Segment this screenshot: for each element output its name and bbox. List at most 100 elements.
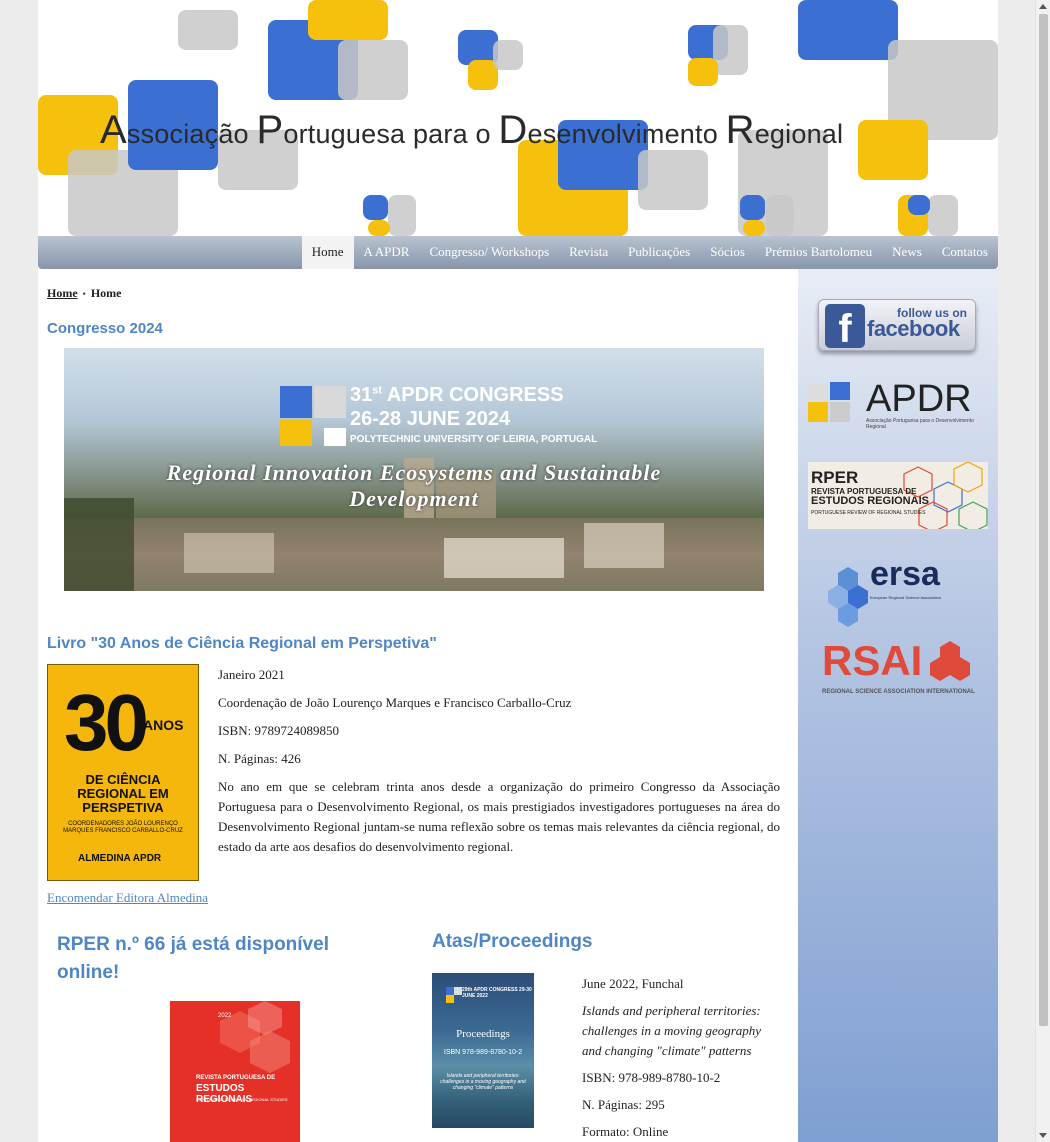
rsai-logo-subtext: REGIONAL SCIENCE ASSOCIATION INTERNATION…	[822, 689, 975, 695]
scroll-up-arrow-icon[interactable]	[1039, 4, 1047, 9]
proceedings-cover-image[interactable]: 29th APDR CONGRESS 29-30 JUNE 2022 Proce…	[432, 973, 534, 1142]
banner-square	[458, 30, 498, 65]
congress-slogan-line2: Development	[349, 486, 479, 511]
banner-square	[178, 10, 238, 50]
scrollbar-thumb[interactable]	[1039, 14, 1048, 1026]
breadcrumb-separator: •	[82, 289, 86, 299]
proc-logo-square	[446, 987, 454, 995]
book-cover-coordinators: COORDENADORES JOÃO LOURENÇO MARQUES FRAN…	[63, 821, 183, 834]
book-cover-publisher: ALMEDINA APDR	[78, 853, 162, 864]
congress-2024-image[interactable]: 31st APDR CONGRESS 26-28 JUNE 2024 POLYT…	[64, 348, 764, 591]
title-letter-a: A	[100, 108, 127, 152]
congress-logo-square	[324, 428, 346, 446]
rper-banner-line3: PORTUGUESE REVIEW OF REGIONAL STUDIES	[811, 510, 926, 516]
rper-cover-image[interactable]: 2022 REVISTA PORTUGUESA DE ESTUDOS REGIO…	[170, 1001, 300, 1142]
banner-square	[798, 0, 898, 60]
breadcrumb-current: Home	[90, 286, 122, 300]
order-almedina-link[interactable]: Encomendar Editora Almedina	[47, 890, 208, 906]
ersa-logo-icon	[828, 567, 868, 627]
banner-square	[908, 195, 930, 215]
ersa-logo-text: ersa	[870, 555, 940, 593]
nav-a-apdr[interactable]: A APDR	[354, 236, 420, 269]
rper-cover-line3: PORTUGUESE REVIEW OF REGIONAL STUDIES	[196, 1097, 288, 1102]
congress-logo-square	[280, 420, 312, 446]
rper-cover-line1: REVISTA PORTUGUESA DE	[196, 1075, 276, 1081]
banner-square	[766, 195, 794, 236]
rper-journal-link[interactable]: RPER REVISTA PORTUGUESA DE ESTUDOS REGIO…	[808, 462, 988, 529]
title-part: egional	[754, 119, 844, 149]
title-part: esenvolvimento	[527, 119, 726, 149]
banner-square	[388, 195, 416, 236]
apdr-logo-square	[808, 384, 828, 400]
proc-title: Islands and peripheral territories: chal…	[582, 1003, 762, 1058]
nav-premios-bartolomeu[interactable]: Prémios Bartolomeu	[755, 236, 882, 269]
banner-square	[638, 150, 708, 210]
rsai-logo-link[interactable]: RSAI REGIONAL SCIENCE ASSOCIATION INTERN…	[822, 637, 982, 701]
nav-publicacoes[interactable]: Publicações	[618, 236, 700, 269]
rper-cover-year: 2022	[218, 1013, 232, 1019]
rsai-logo-icon	[930, 641, 970, 681]
proceedings-info: June 2022, Funchal Islands and periphera…	[582, 974, 772, 1142]
apdr-logo-subtext: Associação Portuguesa para o Desenvolvim…	[866, 418, 974, 430]
proc-cover-title: Proceedings	[456, 1028, 510, 1040]
title-part: ssociação	[126, 119, 257, 149]
ersa-logo-link[interactable]: ersa European Regional Science Associati…	[826, 555, 976, 629]
proc-format: Formato: Online	[582, 1124, 669, 1139]
banner-square	[363, 195, 388, 220]
book-coordination: Coordenação de João Lourenço Marques e F…	[218, 695, 572, 710]
rper-heading[interactable]: RPER n.º 66 já está disponível online!	[57, 931, 377, 987]
proc-cover-logo-strip	[432, 1128, 534, 1142]
page-scrollbar[interactable]	[1035, 0, 1050, 1142]
livro-heading: Livro "30 Anos de Ciência Regional em Pe…	[47, 635, 437, 652]
breadcrumb: Home • Home	[47, 286, 121, 301]
nav-home[interactable]: Home	[301, 236, 354, 269]
book-info: Janeiro 2021 Coordenação de João Lourenç…	[218, 665, 780, 865]
book-cover-subtitle: DE CIÊNCIA REGIONAL EM PERSPETIVA	[77, 772, 169, 815]
breadcrumb-home-link[interactable]: Home	[47, 286, 78, 300]
title-letter-p: P	[256, 108, 284, 152]
congress-logo-square	[314, 386, 346, 418]
apdr-logo-square	[808, 402, 828, 422]
proc-isbn: ISBN: 978-989-8780-10-2	[582, 1070, 721, 1085]
rsai-logo-text: RSAI	[822, 637, 923, 684]
proc-pages: N. Páginas: 295	[582, 1097, 665, 1112]
nav-contatos[interactable]: Contatos	[932, 236, 998, 269]
congress-dates: 26-28 JUNE 2024	[350, 408, 511, 430]
ersa-logo-subtext: European Regional Science Association	[870, 595, 941, 600]
banner-square	[743, 220, 765, 236]
rper-banner-line2: ESTUDOS REGIONAIS	[811, 495, 929, 507]
apdr-logo-text: APDR	[866, 378, 972, 420]
nav-congresso-workshops[interactable]: Congresso/ Workshops	[419, 236, 559, 269]
nav-socios[interactable]: Sócios	[700, 236, 755, 269]
nav-revista[interactable]: Revista	[559, 236, 618, 269]
banner-square	[740, 195, 765, 220]
nav-news[interactable]: News	[882, 236, 932, 269]
congress-slogan-line1: Regional Innovation Ecosystems and Susta…	[166, 460, 662, 485]
book-pages: N. Páginas: 426	[218, 751, 301, 766]
banner-square	[928, 195, 958, 236]
banner-square	[713, 25, 748, 75]
banner-square	[368, 220, 390, 236]
congress-location: POLYTECHNIC UNIVERSITY OF LEIRIA, PORTUG…	[350, 434, 598, 445]
facebook-icon: f	[825, 304, 865, 351]
book-cover-number: 30	[64, 678, 149, 767]
book-cover-image[interactable]: 30 ANOS DE CIÊNCIA REGIONAL EM PERSPETIV…	[47, 664, 199, 881]
banner-square	[308, 0, 388, 40]
book-date: Janeiro 2021	[218, 667, 285, 682]
book-description: No ano em que se celebram trinta anos de…	[218, 779, 780, 854]
main-content: Home • Home Congresso 2024 31st APDR CONGR…	[38, 269, 798, 1142]
page: Associação Portuguesa para o Desenvolvim…	[38, 0, 998, 1142]
facebook-follow-button[interactable]: f follow us on facebook	[818, 299, 976, 351]
proc-cover-congress: 29th APDR CONGRESS 29-30 JUNE 2022	[462, 987, 532, 999]
facebook-wordmark: facebook	[867, 316, 960, 341]
title-letter-d: D	[498, 108, 528, 152]
banner-square	[338, 40, 408, 100]
atas-heading[interactable]: Atas/Proceedings	[432, 931, 593, 953]
title-part: ortuguesa para o	[283, 119, 499, 149]
apdr-logo-link[interactable]: APDR Associação Portuguesa para o Desenv…	[808, 378, 988, 430]
banner-square	[493, 40, 523, 70]
book-cover-anos: ANOS	[143, 717, 184, 733]
scroll-down-arrow-icon[interactable]	[1039, 1133, 1047, 1138]
title-letter-r: R	[725, 108, 755, 152]
congress-logo-square	[280, 386, 312, 418]
